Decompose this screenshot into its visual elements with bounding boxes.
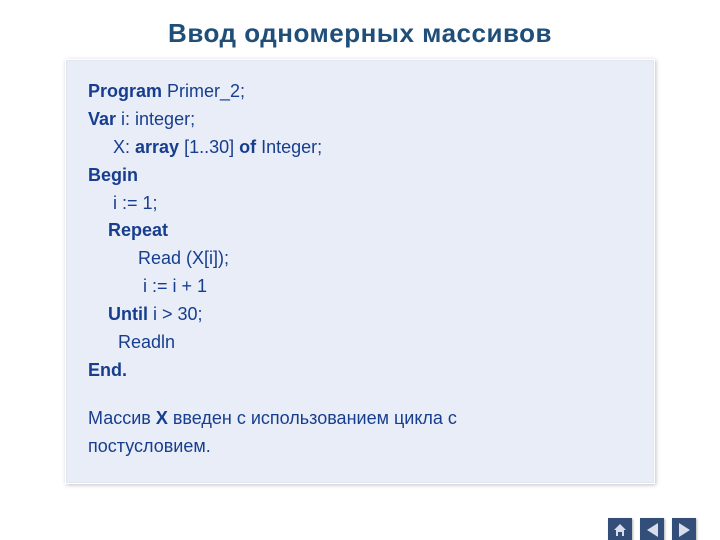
code-line: X: array [1..30] of Integer;: [88, 134, 632, 162]
code-box: Program Primer_2; Var i: integer; X: arr…: [65, 59, 655, 484]
home-icon: [612, 522, 628, 538]
slide-title: Ввод одномерных массивов: [0, 18, 720, 49]
array-range: [1..30]: [179, 137, 239, 157]
note-bold-x: X: [156, 408, 168, 428]
note-text: Массив X введен с использованием цикла с…: [88, 405, 632, 461]
prev-button[interactable]: [640, 518, 664, 540]
keyword-of: of: [239, 137, 256, 157]
keyword-program: Program: [88, 81, 162, 101]
slide: Ввод одномерных массивов Program Primer_…: [0, 18, 720, 540]
arrow-right-icon: [679, 523, 690, 537]
code-line: Readln: [88, 329, 632, 357]
code-line: Repeat: [88, 217, 632, 245]
code-line: Until i > 30;: [88, 301, 632, 329]
array-type: Integer;: [256, 137, 322, 157]
keyword-var: Var: [88, 109, 116, 129]
next-button[interactable]: [672, 518, 696, 540]
code-line: End.: [88, 357, 632, 385]
arrow-left-icon: [647, 523, 658, 537]
until-condition: i > 30;: [148, 304, 203, 324]
note-part3: постусловием.: [88, 436, 211, 456]
keyword-begin: Begin: [88, 165, 138, 185]
var-decl-i: i: integer;: [116, 109, 195, 129]
code-line: Read (X[i]);: [88, 245, 632, 273]
array-prefix: X:: [88, 137, 135, 157]
nav-buttons: [608, 518, 696, 540]
code-line: i := 1;: [88, 190, 632, 218]
keyword-end: End.: [88, 360, 127, 380]
keyword-repeat: Repeat: [88, 220, 168, 240]
note-part1: Массив: [88, 408, 156, 428]
keyword-until: Until: [88, 304, 148, 324]
code-line: Var i: integer;: [88, 106, 632, 134]
program-name: Primer_2;: [162, 81, 245, 101]
code-line: Program Primer_2;: [88, 78, 632, 106]
home-button[interactable]: [608, 518, 632, 540]
note-part2: введен с использованием цикла с: [168, 408, 457, 428]
code-line: Begin: [88, 162, 632, 190]
code-line: i := i + 1: [88, 273, 632, 301]
keyword-array: array: [135, 137, 179, 157]
